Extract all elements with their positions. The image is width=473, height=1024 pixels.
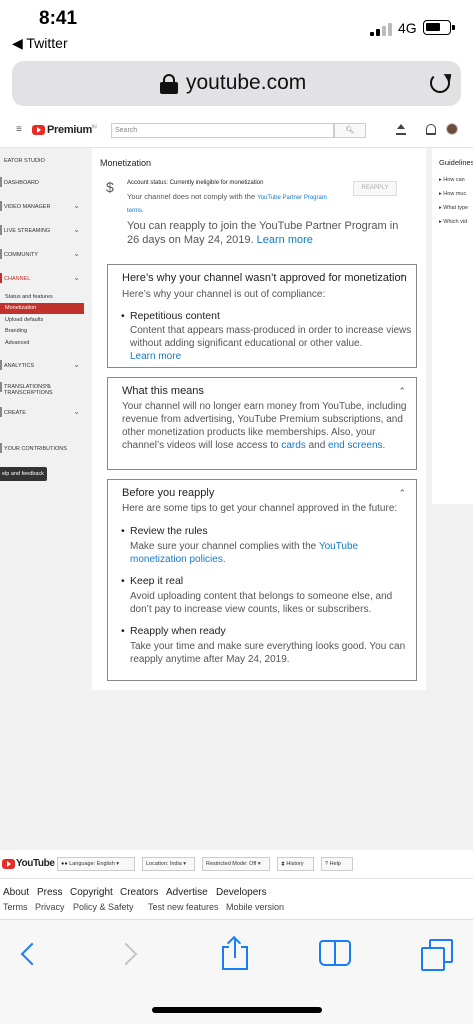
status-time: 8:41 — [39, 8, 78, 29]
footer-link-about[interactable]: About — [3, 887, 29, 898]
sidebar-item-dashboard[interactable]: DASHBOARD — [0, 180, 84, 186]
sidebar-item-translations[interactable]: TRANSLATIONS & TRANSCRIPTIONS — [0, 381, 54, 396]
card-body: Your channel will no longer earn money f… — [122, 401, 407, 451]
tip-title: Review the rules — [121, 525, 208, 537]
sidebar-subitem-monetization[interactable]: Monetization — [0, 303, 84, 314]
sidebar-item-channel[interactable]: CHANNEL — [0, 273, 84, 282]
lock-icon — [160, 74, 178, 94]
card-title: Here’s why your channel wasn’t approved … — [122, 272, 407, 284]
sidebar-item-analytics[interactable]: ANALYTICS — [0, 360, 84, 369]
tip-title: Keep it real — [121, 575, 183, 587]
upload-icon[interactable] — [396, 124, 406, 136]
footer-link-policy-safety[interactable]: Policy & Safety — [73, 902, 134, 912]
guidelines-panel: Guidelines How can How muc What type Whi… — [432, 148, 473, 504]
tip-body: Make sure your channel complies with the… — [130, 541, 359, 565]
battery-icon — [423, 20, 455, 35]
monetization-panel: Monetization $ Account status: Currently… — [92, 148, 426, 690]
footer-link-creators[interactable]: Creators — [120, 887, 158, 898]
youtube-premium-logo[interactable]: PremiumIN — [47, 124, 97, 136]
card-title: Before you reapply — [122, 487, 215, 499]
tip-body: Avoid uploading content that belongs to … — [130, 591, 393, 615]
collapse-icon[interactable]: ⌃ — [398, 273, 406, 284]
home-indicator[interactable] — [152, 1007, 322, 1013]
tabs-icon[interactable] — [420, 939, 454, 971]
sidebar-item-your-contributions[interactable]: YOUR CONTRIBUTIONS — [0, 446, 84, 452]
card-title: What this means — [122, 385, 204, 397]
notifications-bell-icon[interactable] — [426, 124, 436, 135]
footer-link-privacy[interactable]: Privacy — [35, 902, 65, 912]
footer-link-test-features[interactable]: Test new features — [148, 902, 219, 912]
signal-icon — [370, 22, 392, 36]
help-button[interactable]: ? Help — [321, 857, 353, 871]
learn-more-link[interactable]: Learn more — [257, 234, 313, 246]
reapply-button[interactable]: REAPPLY — [353, 181, 397, 196]
before-you-reapply-card: Before you reapply ⌃ Here are some tips … — [107, 479, 417, 681]
reload-icon[interactable] — [430, 73, 450, 93]
tip-body: Take your time and make sure everything … — [130, 641, 406, 665]
sidebar-subitem-upload-defaults[interactable]: Upload defaults — [0, 317, 84, 323]
sidebar-item-live-streaming[interactable]: LIVE STREAMING — [0, 225, 84, 234]
what-this-means-card: What this means ⌃ Your channel will no l… — [107, 377, 417, 470]
guideline-link[interactable]: Which vid — [439, 219, 467, 225]
footer-link-copyright[interactable]: Copyright — [70, 887, 113, 898]
end-screens-link[interactable]: end screens — [328, 440, 382, 451]
search-input[interactable]: Search — [111, 123, 334, 138]
guideline-link[interactable]: How can — [439, 177, 464, 183]
forward-icon[interactable] — [120, 942, 140, 968]
help-feedback-button[interactable]: elp and feedback — [0, 467, 47, 481]
sidebar-subitem-branding[interactable]: Branding — [0, 328, 84, 334]
footer-link-developers[interactable]: Developers — [216, 887, 267, 898]
status-bar: 8:41 ◀ Twitter 4G — [0, 0, 473, 58]
cards-link[interactable]: cards — [281, 440, 305, 451]
sidebar-subitem-advanced[interactable]: Advanced — [0, 340, 84, 346]
dollar-icon: $ — [106, 179, 114, 195]
card-subtitle: Here’s why your channel is out of compli… — [122, 289, 326, 300]
account-status-description: Your channel does not comply with the Yo… — [127, 192, 327, 214]
account-status: Account status: Currently ineligible for… — [127, 180, 264, 186]
sidebar-item-create[interactable]: CREATE — [0, 407, 84, 416]
footer-link-press[interactable]: Press — [37, 887, 63, 898]
learn-more-link[interactable]: Learn more — [130, 351, 181, 362]
footer-link-advertise[interactable]: Advertise — [166, 887, 208, 898]
search-button[interactable]: 🔍︎ — [334, 123, 366, 138]
youtube-logo-icon[interactable] — [2, 859, 15, 869]
footer-logo-text[interactable]: YouTube — [16, 858, 55, 869]
page-title: Monetization — [100, 158, 152, 168]
address-bar[interactable]: youtube.com — [12, 61, 461, 106]
sidebar-item-community[interactable]: COMMUNITY — [0, 249, 84, 258]
sidebar-item-video-manager[interactable]: VIDEO MANAGER — [0, 201, 84, 210]
tip-title: Reapply when ready — [121, 625, 226, 637]
creator-studio-sidebar: EATOR STUDIO DASHBOARD VIDEO MANAGER LIV… — [0, 148, 90, 850]
back-icon[interactable] — [18, 942, 38, 968]
safari-address-area: youtube.com — [0, 58, 473, 112]
sidebar-title: EATOR STUDIO — [4, 158, 45, 164]
location-button[interactable]: Location: India ▾ — [142, 857, 195, 871]
reason-title: Repetitious content — [121, 310, 220, 322]
collapse-icon[interactable]: ⌃ — [398, 386, 406, 397]
reason-body: Content that appears mass-produced in or… — [130, 325, 412, 362]
avatar[interactable] — [446, 123, 458, 135]
sidebar-subitem-status[interactable]: Status and features — [0, 294, 84, 300]
footer-link-terms[interactable]: Terms — [3, 902, 28, 912]
bookmarks-icon[interactable] — [319, 940, 353, 968]
url-text[interactable]: youtube.com — [186, 71, 306, 95]
guideline-link[interactable]: What type — [439, 205, 468, 211]
history-button[interactable]: ⧗ History — [277, 857, 314, 871]
not-approved-card: Here’s why your channel wasn’t approved … — [107, 264, 417, 368]
youtube-footer: YouTube ●● Language: English ▾ Location:… — [0, 850, 473, 919]
collapse-icon[interactable]: ⌃ — [398, 488, 406, 499]
card-subtitle: Here are some tips to get your channel a… — [122, 503, 398, 514]
youtube-logo-icon[interactable] — [32, 125, 45, 135]
reapply-info: You can reapply to join the YouTube Part… — [127, 220, 399, 246]
back-to-app-link[interactable]: ◀ Twitter — [12, 35, 68, 52]
network-type: 4G — [398, 20, 417, 36]
language-button[interactable]: ●● Language: English ▾ — [57, 857, 135, 871]
guideline-link[interactable]: How muc — [439, 191, 466, 197]
share-icon[interactable] — [222, 935, 248, 970]
menu-icon[interactable]: ≡ — [16, 125, 22, 135]
footer-link-mobile-version[interactable]: Mobile version — [226, 902, 284, 912]
guidelines-title: Guidelines — [439, 158, 473, 167]
restricted-mode-button[interactable]: Restricted Mode: Off ▾ — [202, 857, 270, 871]
